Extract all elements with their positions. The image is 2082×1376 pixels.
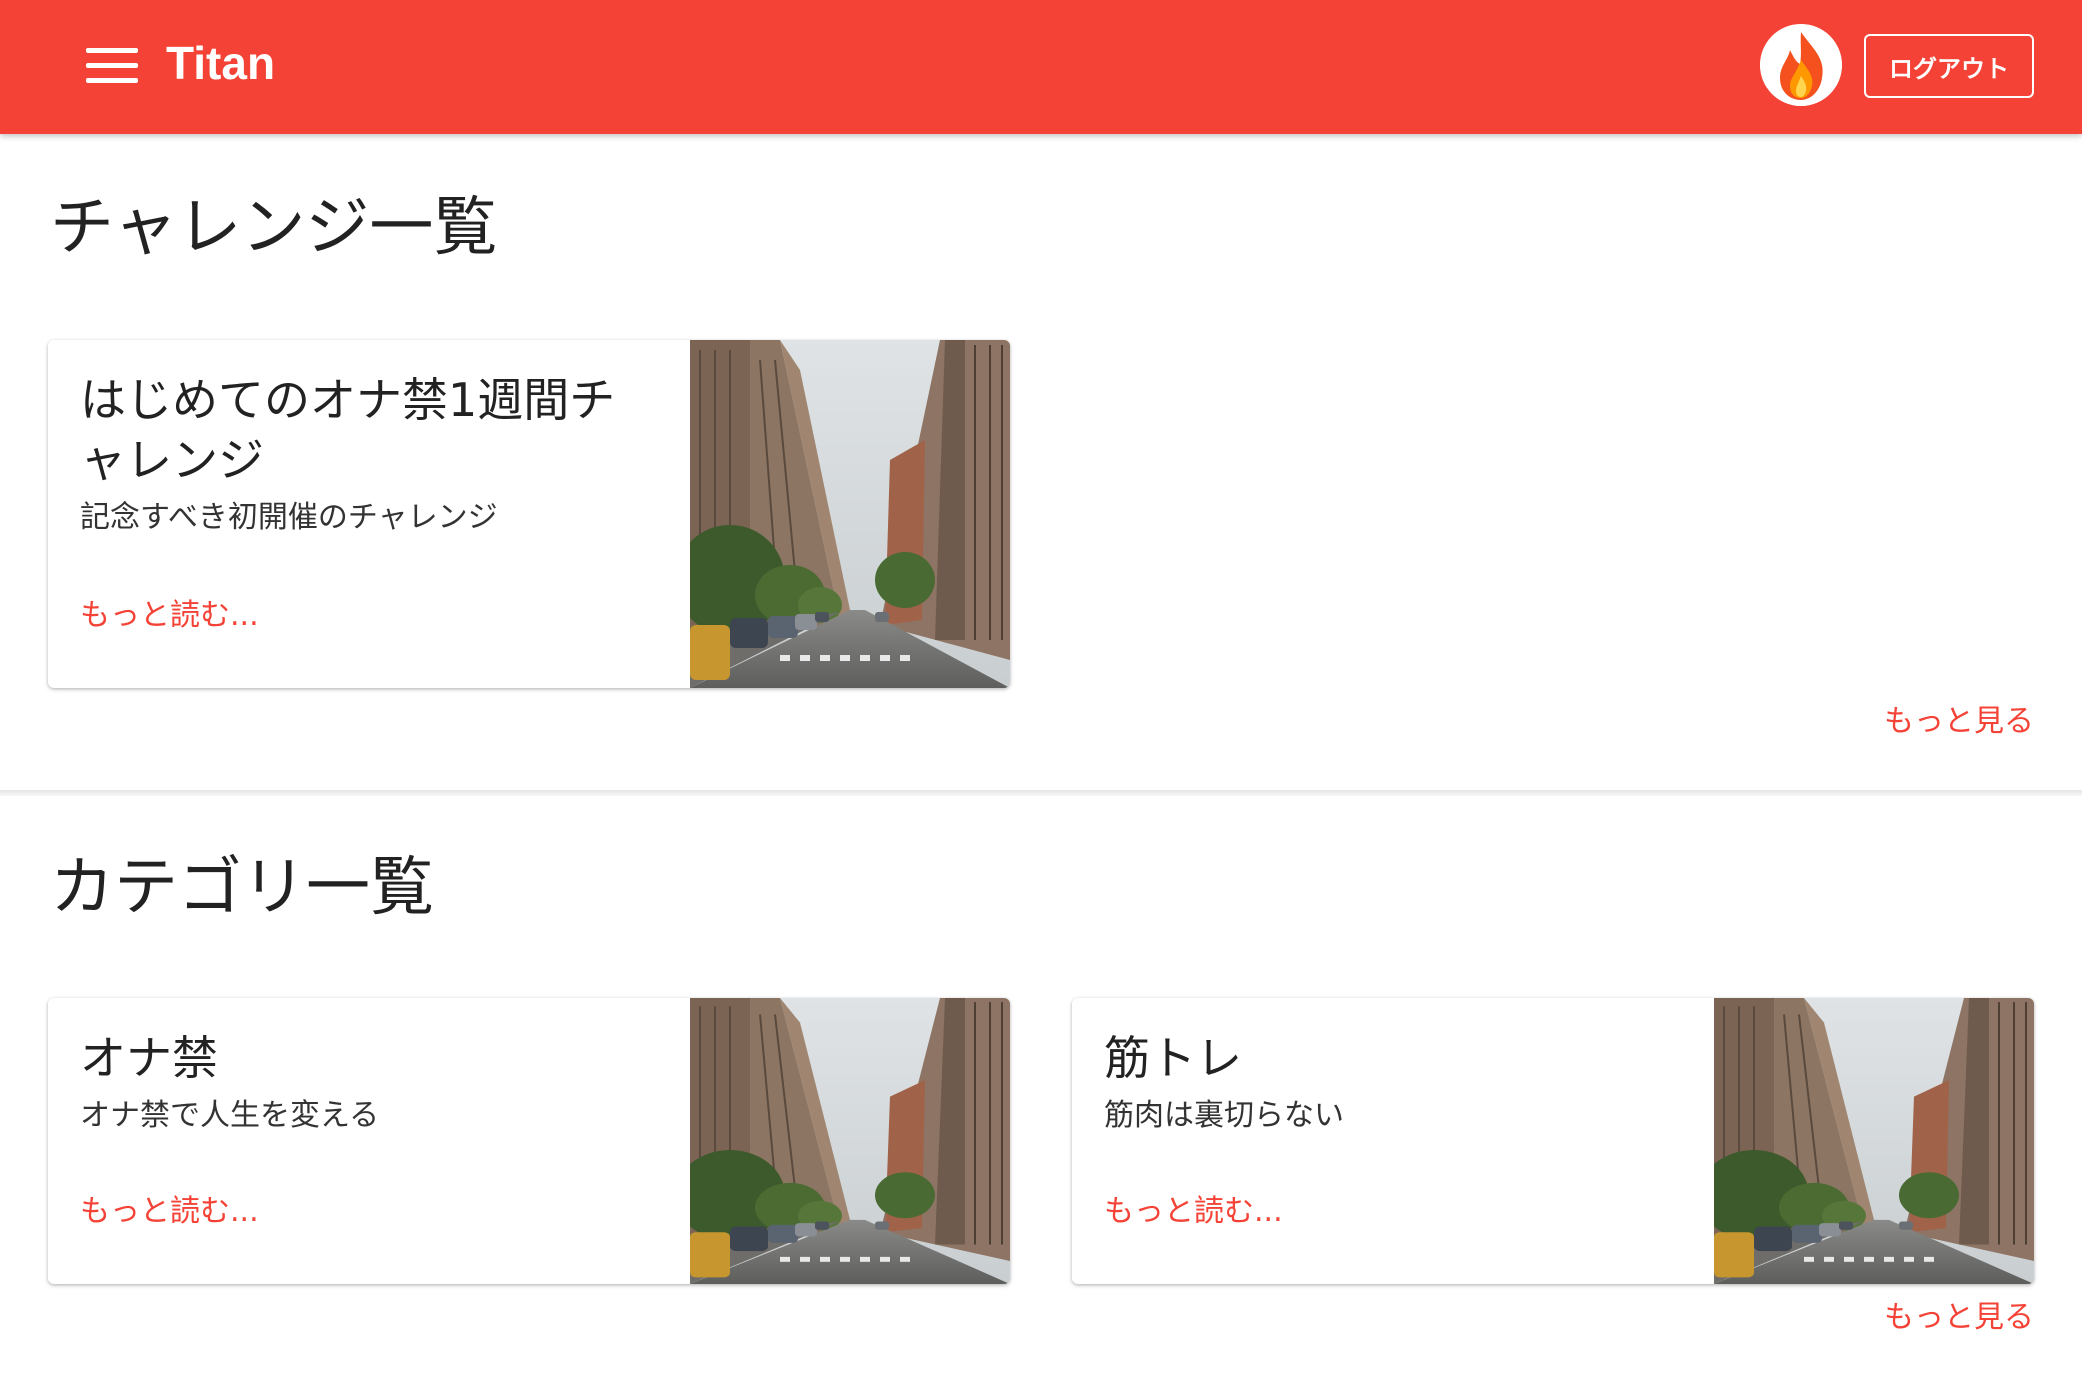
flame-icon (1760, 24, 1842, 106)
card-image (690, 340, 1010, 688)
app-bar: Titan ログアウト (0, 0, 2082, 134)
menu-icon[interactable] (84, 44, 140, 88)
challenges-see-more-link[interactable]: もっと見る (1884, 696, 2034, 740)
card-title: オナ禁 (80, 1031, 218, 1085)
categories-see-more-link[interactable]: もっと見る (1884, 1292, 2034, 1336)
section-divider (0, 790, 2082, 796)
category-card[interactable]: 筋トレ 筋肉は裏切らない もっと読む... (1072, 998, 2034, 1284)
card-subtitle: 記念すべき初開催のチャレンジ (80, 500, 498, 535)
card-body: 筋トレ 筋肉は裏切らない もっと読む... (1072, 998, 1714, 1284)
card-body: オナ禁 オナ禁で人生を変える もっと読む... (48, 998, 690, 1284)
card-title: はじめてのオナ禁1週間チャレンジ (80, 373, 616, 487)
challenges-heading: チャレンジ一覧 (50, 191, 498, 265)
read-more-link[interactable]: もっと読む... (80, 590, 259, 634)
card-subtitle: オナ禁で人生を変える (80, 1098, 380, 1133)
card-title: 筋トレ (1104, 1031, 1242, 1085)
avatar[interactable] (1760, 24, 1842, 106)
app-title[interactable]: Titan (166, 36, 275, 90)
logout-button[interactable]: ログアウト (1864, 34, 2034, 98)
card-subtitle: 筋肉は裏切らない (1104, 1098, 1344, 1133)
read-more-link[interactable]: もっと読む... (1104, 1186, 1283, 1230)
challenge-card[interactable]: はじめてのオナ禁1週間チャレンジ 記念すべき初開催のチャレンジ もっと読む... (48, 340, 1010, 688)
card-image (1714, 998, 2034, 1284)
category-card[interactable]: オナ禁 オナ禁で人生を変える もっと読む... (48, 998, 1010, 1284)
card-image (690, 998, 1010, 1284)
read-more-link[interactable]: もっと読む... (80, 1186, 259, 1230)
card-body: はじめてのオナ禁1週間チャレンジ 記念すべき初開催のチャレンジ もっと読む... (48, 340, 690, 688)
categories-heading: カテゴリ一覧 (50, 851, 434, 925)
